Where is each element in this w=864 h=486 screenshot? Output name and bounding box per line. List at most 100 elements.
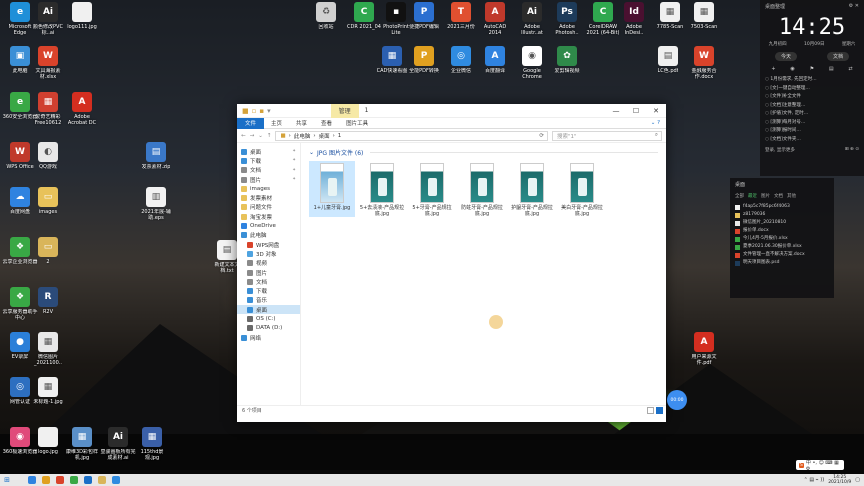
taskbar-app-icon[interactable] [84,476,92,484]
sidebar-item[interactable]: OneDrive [237,221,300,230]
tab-home[interactable]: 主页 [264,119,289,127]
panel-tool-icon[interactable]: + [771,66,775,72]
list-item[interactable]: [测算]报时间… [765,127,859,136]
desktop-icon[interactable]: ◉ Google Chrome [514,46,550,80]
breadcrumb-desktop[interactable]: 桌面 [319,132,330,140]
sidebar-item[interactable]: 文档 ✦ [237,166,300,175]
panel-tool-icon[interactable]: ▤ [829,66,834,72]
list-item[interactable]: 夏季2021.06.30报价单.xlsx [735,243,829,251]
files-panel-tab[interactable]: 最近 [748,193,757,199]
list-item[interactable]: z8179036 [735,211,829,219]
sidebar-item[interactable]: 发票素材 [237,193,300,202]
content-pane[interactable]: ⌄ JPG 图片文件 (6) 1+儿童牙膏.jpg 5+去渍液-产品规拉底.jpg… [301,143,687,410]
chevron-down-icon[interactable]: ▾ [267,107,271,115]
desktop-icon[interactable]: ▭ images [30,187,66,215]
desktop-icon[interactable]: ▭ 2 [30,237,66,265]
search-input[interactable]: 搜索"1" ⌕ [552,130,662,141]
panel-controls[interactable]: ⚙ ✕ [849,3,859,10]
list-item[interactable]: [文件]补全文件 [765,93,859,102]
desktop-icon[interactable]: Id Adobe InDesi.. [616,2,652,36]
desktop-icon[interactable]: ▥ 2021年展-辅助.eps [138,187,174,221]
notification-icon[interactable]: ▢ [855,477,860,483]
desktop-icon[interactable]: ▦ 康维3D彩包样机.jpg [64,427,100,461]
list-item[interactable]: [护盾]文件, 定时… [765,110,859,119]
list-item[interactable]: [文档]文件夹… [765,136,859,145]
desktop-icon[interactable]: Ps Adobe Photosh.. [549,2,585,36]
sidebar-item[interactable]: 桌面 ✦ [237,147,300,156]
desktop-icon[interactable]: ♻ 回收站 [308,2,344,30]
file-item[interactable]: 美白牙膏-产品规拉底.jpg [559,161,605,217]
desktop-icon[interactable]: logo111.jpg [64,2,100,30]
desktop-icon[interactable]: ▤ 发票素材.zip [138,142,174,170]
list-item[interactable]: 报价单.docx [735,227,829,235]
files-panel-tab[interactable]: 文档 [774,193,783,199]
desktop-icon[interactable]: ▦ 7503-Scan [686,2,722,30]
back-icon[interactable]: ← [241,133,246,139]
desktop-icon[interactable]: logo.jpg [30,427,66,455]
desktop-icon[interactable]: Ai 皇骏画板所有完成素材.ai [100,427,136,461]
windows-icon[interactable]: ⊞ [0,474,14,486]
folder-icon[interactable]: ■ [242,107,249,115]
desktop-icon[interactable]: ▦ 7785-Scan [652,2,688,30]
tray-icons[interactable]: ⌃ ▤ ⌁ )) [804,477,825,483]
desktop-icon[interactable]: ▦ 微信图片_2021100.. [30,332,66,366]
desktop-icon[interactable]: Ai Adobe Illustr..at [514,2,550,36]
tab-view[interactable]: 查看 [314,119,339,127]
desktop-icon[interactable]: ▦ 爱奇艺精彩Free10612 [30,92,66,126]
chevron-down-icon[interactable]: ⌄ [258,133,263,139]
desktop-icon[interactable]: ▤ LC色.pdf [650,46,686,74]
sidebar-item[interactable]: images [237,184,300,193]
up-icon[interactable]: ↑ [267,133,272,139]
taskbar-app-icon[interactable] [70,476,78,484]
files-panel-tab[interactable]: 全部 [735,193,744,199]
sidebar-item[interactable]: WPS网盘 [237,240,300,249]
sidebar-item[interactable]: 图片 [237,268,300,277]
details-view-icon[interactable] [647,407,654,414]
list-item[interactable]: 文件管理一直不解决方案.docx [735,251,829,259]
desktop-icon[interactable]: ▦ CAD快速看图 [374,46,410,74]
file-item[interactable]: 防蛀牙膏-产品规拉底.jpg [459,161,505,217]
sidebar-item[interactable]: OS (C:) [237,314,300,323]
desktop-icon[interactable]: A Adobe Acrobat DC [64,92,100,126]
desktop-icon[interactable]: ◐ QQ游戏 [30,142,66,170]
docs-button[interactable]: 文档 [826,52,849,61]
list-item[interactable]: [测算]每月对号… [765,119,859,128]
address-bar[interactable]: ■ › 此电脑 › 桌面 › 1 ⟳ [275,130,548,141]
close-icon[interactable]: ✕ [646,107,666,115]
sidebar-item[interactable]: 视频 [237,259,300,268]
desktop-icon[interactable]: C CDR 2021_04 [346,2,382,30]
sidebar-item[interactable]: 3D 对象 [237,249,300,258]
group-header[interactable]: ⌄ JPG 图片文件 (6) [309,147,658,157]
maximize-icon[interactable]: ☐ [626,107,646,115]
panel-tool-icon[interactable]: ⇄ [848,66,852,72]
tab-file[interactable]: 文件 [237,117,265,129]
taskbar-app-icon[interactable] [56,476,64,484]
sidebar-item[interactable]: 下载 [237,286,300,295]
properties-icon[interactable]: ▫ [252,107,257,115]
list-item[interactable]: [文档]注意整理… [765,102,859,111]
sidebar-item[interactable]: 桌面 [237,305,300,315]
new-folder-icon[interactable]: ▪ [259,107,264,115]
breadcrumb-this-pc[interactable]: 此电脑 [294,132,311,140]
desktop-icon[interactable]: A 百度翻译 [477,46,513,74]
sidebar-item[interactable]: 音乐 [237,296,300,305]
forward-icon[interactable]: → [250,133,255,139]
help-icon[interactable]: ⌄ ? [651,120,666,126]
refresh-icon[interactable]: ⟳ [539,133,547,139]
file-item[interactable]: 5+去渍液-产品规拉底.jpg [359,161,405,217]
recording-bubble[interactable]: 00:00 [667,390,687,410]
panel-footer-icons[interactable]: ⊞ ⊕ ⊙ [845,147,859,153]
files-panel-tab[interactable]: 图片 [761,193,770,199]
panel-login-link[interactable]: 登录, 显示更多 [765,147,795,153]
list-item[interactable]: 今儿4月-5月报价.xlsx [735,235,829,243]
sidebar-item[interactable]: 文档 [237,277,300,286]
sidebar-item[interactable]: 下载 ✦ [237,156,300,165]
sidebar-item[interactable]: DATA (D:) [237,324,300,333]
desktop-icon[interactable]: P 全能PDF转换 [406,46,442,74]
sidebar-item[interactable]: 淘宝发票 [237,212,300,221]
desktop-icon[interactable]: W 文具海报素材.xlsx [30,46,66,80]
tab-share[interactable]: 共享 [289,119,314,127]
desktop-icon[interactable]: A AutoCAD 2014 [477,2,513,36]
file-item[interactable]: 护龈牙膏-产品规拉底.jpg [509,161,555,217]
large-icons-view-icon[interactable] [656,407,663,414]
